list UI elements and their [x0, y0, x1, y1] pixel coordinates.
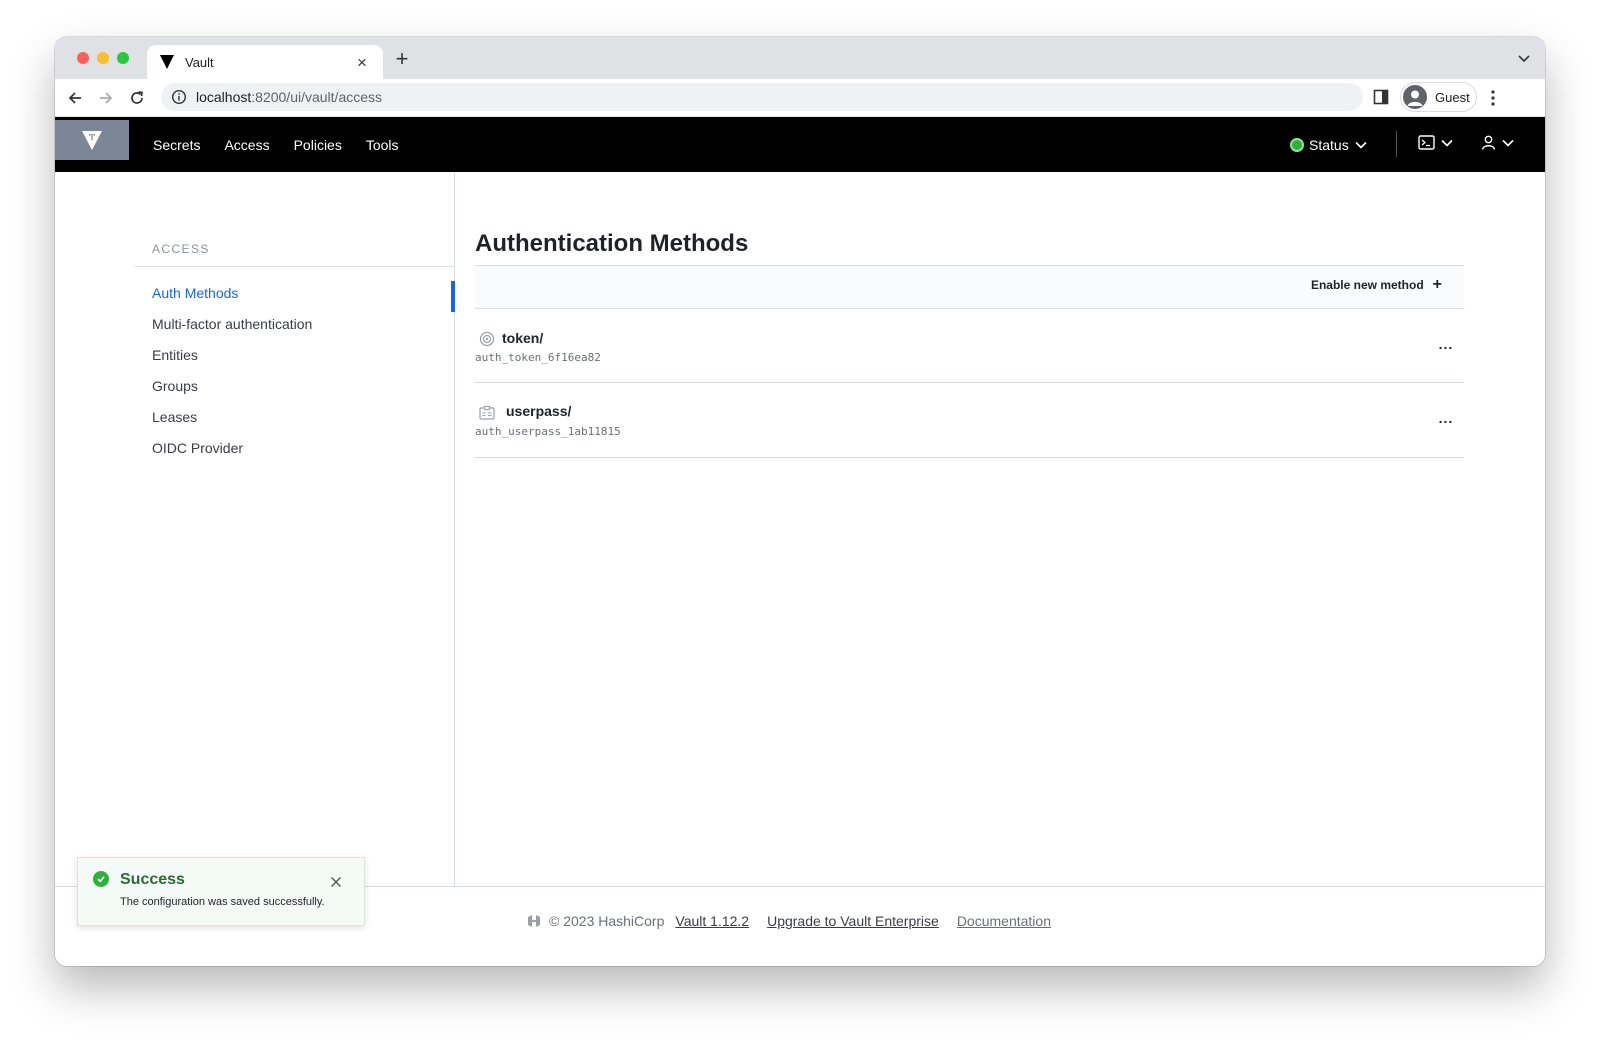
more-options-icon[interactable]: ... — [1434, 411, 1458, 427]
auth-method-row[interactable]: token/ auth_token_6f16ea82 ... — [475, 310, 1464, 383]
page-title: Authentication Methods — [475, 230, 749, 257]
url-field[interactable]: localhost:8200/ui/vault/access — [161, 83, 1363, 111]
sidebar-item-leases[interactable]: Leases — [152, 407, 312, 438]
url-path: :8200/ui/vault/access — [251, 89, 383, 105]
auth-method-path[interactable]: token/ — [502, 330, 543, 346]
userpass-icon — [479, 405, 495, 420]
auth-method-row[interactable]: userpass/ auth_userpass_1ab11815 ... — [475, 383, 1464, 458]
profile-button[interactable]: Guest — [1400, 82, 1477, 112]
nav-tools[interactable]: Tools — [366, 137, 399, 153]
sidebar-item-mfa[interactable]: Multi-factor authentication — [152, 314, 312, 345]
vault-logo-icon — [82, 131, 102, 150]
status-label: Status — [1309, 136, 1349, 153]
window-controls — [77, 52, 129, 64]
version-link[interactable]: Vault 1.12.2 — [675, 913, 749, 929]
tab-search-chevron-icon[interactable] — [1517, 53, 1531, 65]
profile-label: Guest — [1435, 89, 1470, 105]
guest-avatar-icon — [1403, 85, 1427, 109]
token-icon — [479, 331, 495, 347]
auth-method-accessor: auth_token_6f16ea82 — [475, 351, 601, 364]
hashicorp-logo-icon — [528, 915, 540, 927]
back-icon[interactable] — [65, 88, 85, 108]
sidebar-item-groups[interactable]: Groups — [152, 376, 312, 407]
page-content: ACCESS Auth Methods Multi-factor authent… — [55, 172, 1545, 886]
chevron-down-icon — [1355, 141, 1367, 149]
nav-policies[interactable]: Policies — [294, 137, 342, 153]
success-toast: Success The configuration was saved succ… — [77, 857, 365, 926]
browser-menu-icon[interactable] — [1490, 89, 1496, 107]
sidebar-heading: ACCESS — [152, 242, 210, 256]
tab-title: Vault — [185, 54, 214, 70]
user-menu[interactable] — [1481, 135, 1514, 150]
new-tab-button[interactable]: + — [391, 48, 413, 70]
auth-method-path[interactable]: userpass/ — [506, 403, 571, 419]
vault-favicon-icon — [159, 54, 175, 70]
toast-title: Success — [120, 871, 185, 888]
more-options-icon[interactable]: ... — [1434, 337, 1458, 353]
url-host: localhost — [196, 89, 252, 105]
nav-secrets[interactable]: Secrets — [153, 137, 200, 153]
toast-message: The configuration was saved successfully… — [120, 896, 325, 908]
sidebar-divider — [135, 266, 455, 267]
close-tab-icon[interactable]: × — [353, 54, 371, 71]
status-menu[interactable]: Status — [1290, 117, 1367, 172]
minimize-window-button[interactable] — [97, 52, 109, 64]
browser-window: Vault × + localhost:8200/ui/vault/access… — [55, 37, 1545, 966]
vault-header: Secrets Access Policies Tools Status — [55, 117, 1545, 172]
address-bar: localhost:8200/ui/vault/access Guest — [55, 79, 1545, 117]
forward-icon[interactable] — [96, 88, 116, 108]
toolbar: Enable new method + — [475, 265, 1464, 309]
tab-strip: Vault × + — [55, 37, 1545, 79]
copyright: © 2023 HashiCorp — [549, 913, 665, 929]
sidebar-item-oidc-provider[interactable]: OIDC Provider — [152, 438, 312, 469]
reload-icon[interactable] — [127, 88, 147, 108]
close-window-button[interactable] — [77, 52, 89, 64]
sidebar-item-auth-methods[interactable]: Auth Methods — [152, 283, 312, 314]
active-indicator — [451, 281, 455, 312]
site-info-icon[interactable] — [171, 89, 187, 105]
check-circle-icon — [93, 871, 109, 887]
sidebar-item-entities[interactable]: Entities — [152, 345, 312, 376]
side-panel-icon[interactable] — [1373, 89, 1389, 105]
nav-divider — [1396, 131, 1397, 157]
upgrade-link[interactable]: Upgrade to Vault Enterprise — [767, 913, 939, 929]
status-ok-icon — [1290, 137, 1304, 152]
plus-icon: + — [1432, 276, 1442, 293]
close-icon[interactable] — [330, 876, 342, 888]
chevron-down-icon — [1502, 139, 1514, 147]
chevron-down-icon — [1441, 139, 1453, 147]
url-text: localhost:8200/ui/vault/access — [196, 89, 382, 105]
sidebar-nav: Auth Methods Multi-factor authentication… — [152, 283, 312, 469]
footer-links: © 2023 HashiCorp Vault 1.12.2 Upgrade to… — [527, 913, 1051, 929]
user-icon — [1481, 135, 1496, 150]
sidebar: ACCESS Auth Methods Multi-factor authent… — [55, 172, 455, 886]
browser-tab[interactable]: Vault × — [147, 45, 383, 79]
nav-access[interactable]: Access — [224, 137, 269, 153]
documentation-link[interactable]: Documentation — [957, 913, 1051, 929]
enable-new-method-label: Enable new method — [1310, 278, 1424, 292]
console-menu[interactable] — [1418, 135, 1453, 150]
maximize-window-button[interactable] — [117, 52, 129, 64]
auth-method-accessor: auth_userpass_1ab11815 — [475, 425, 621, 438]
terminal-icon — [1418, 135, 1435, 150]
enable-new-method-button[interactable]: Enable new method + — [1310, 276, 1442, 293]
vault-logo[interactable] — [55, 120, 129, 160]
main-nav: Secrets Access Policies Tools — [153, 117, 399, 172]
